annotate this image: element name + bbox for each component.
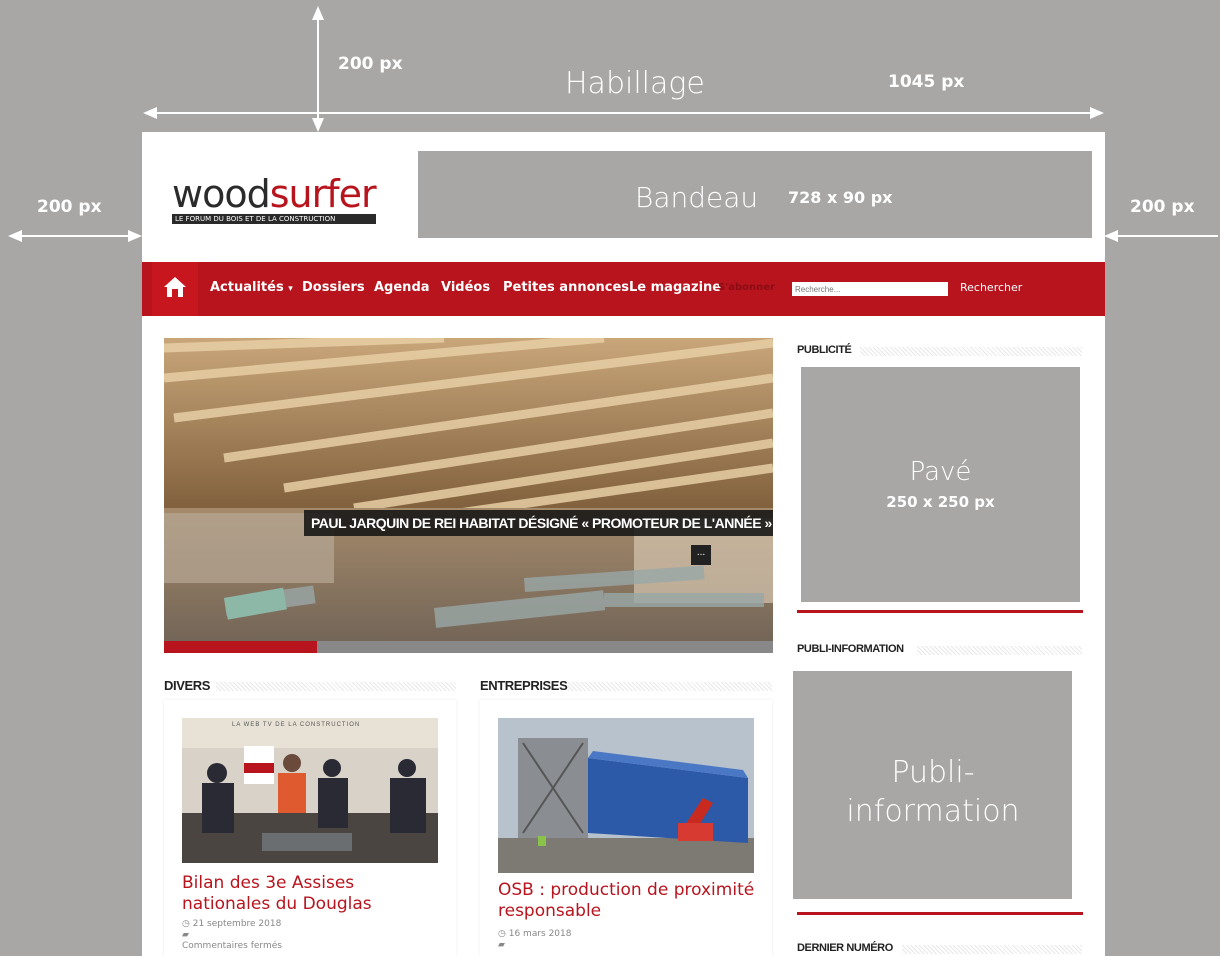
chevron-down-icon: ▾ [288, 284, 293, 294]
sidebar-red-rule [797, 610, 1083, 613]
sidebar-title-publi: PUBLI-INFORMATION [797, 643, 904, 655]
width-arrow-head-right [1090, 107, 1104, 119]
article-image [498, 718, 754, 873]
banner-size: 728 x 90 px [788, 188, 893, 207]
site-logo[interactable]: woodsurfer LE FORUM DU BOIS ET DE LA CON… [172, 172, 377, 224]
article-date: ◷ 16 mars 2018 [498, 929, 572, 939]
width-label: 1045 px [888, 72, 965, 92]
article-image [182, 718, 438, 863]
hero-more-button[interactable]: ... [691, 545, 711, 565]
site-page: woodsurfer LE FORUM DU BOIS ET DE LA CON… [142, 132, 1105, 956]
banner-ad: Bandeau 728 x 90 px [418, 151, 1092, 238]
section-divider [902, 945, 1082, 954]
home-button[interactable] [152, 262, 198, 316]
pave-ad: Pavé 250 x 250 px [801, 367, 1080, 602]
image-banner-text: LA WEB TV DE LA CONSTRUCTION [232, 722, 361, 728]
sidebar-title-pub: PUBLICITÉ [797, 344, 852, 356]
hero-caption[interactable]: PAUL JARQUIN DE REI HABITAT DÉSIGNÉ « PR… [304, 510, 773, 536]
article-card[interactable]: LA WEB TV DE LA CONSTRUCTION Bilan des 3… [164, 700, 456, 956]
nav-petites-annonces[interactable]: Petites annonces [503, 280, 629, 295]
logo-surfer: surfer [269, 172, 377, 216]
search-button[interactable]: Rechercher [960, 281, 1022, 294]
article-title-douglas[interactable]: Bilan des 3e Assises nationales du Dougl… [182, 873, 447, 915]
nav-actualites[interactable]: Actualités ▾ [210, 280, 293, 295]
nav-videos[interactable]: Vidéos [441, 280, 490, 295]
width-arrow [150, 112, 1095, 114]
nav-le-magazine[interactable]: Le magazine [629, 280, 721, 295]
section-title-divers: Divers [164, 678, 211, 693]
nav-subscribe[interactable]: S'abonner [718, 282, 775, 293]
hero-slider[interactable]: PAUL JARQUIN DE REI HABITAT DÉSIGNÉ « PR… [164, 338, 773, 653]
clock-icon: ◷ [498, 929, 506, 939]
left-width-label: 200 px [37, 197, 102, 217]
pave-size: 250 x 250 px [886, 493, 995, 511]
article-title-osb[interactable]: OSB : production de proximité responsabl… [498, 880, 763, 922]
height-arrow-head-down [312, 118, 324, 132]
main-nav: Actualités ▾ Dossiers Agenda Vidéos Peti… [142, 262, 1105, 316]
search-input[interactable] [792, 282, 948, 296]
sidebar-title-dernier: DERNIER NUMÉRO [797, 942, 893, 954]
pave-label: Pavé [909, 457, 972, 487]
section-title-entreprises: Entreprises [480, 678, 568, 693]
logo-wood: wood [172, 172, 271, 216]
comments-icon: ▰ [498, 940, 505, 950]
habillage-label: Habillage [565, 66, 705, 101]
nav-agenda[interactable]: Agenda [374, 280, 430, 295]
article-card[interactable]: OSB : production de proximité responsabl… [480, 700, 772, 956]
publi-info-ad: Publi-information [793, 671, 1072, 899]
comments-status: Commentaires fermés [182, 941, 282, 951]
comments-icon: ▰ [182, 930, 189, 940]
clock-icon: ◷ [182, 919, 190, 929]
right-arrow [1108, 235, 1218, 237]
home-icon [164, 277, 186, 297]
banner-label: Bandeau [635, 181, 759, 214]
width-arrow-head-left [143, 107, 157, 119]
section-divider [568, 682, 772, 691]
nav-dossiers[interactable]: Dossiers [302, 280, 365, 295]
article-date: ◷ 21 septembre 2018 [182, 919, 282, 929]
section-divider [917, 646, 1082, 655]
section-divider [216, 682, 456, 691]
top-height-label: 200 px [338, 54, 403, 74]
height-arrow-head-up [312, 6, 324, 20]
left-arrow [12, 235, 136, 237]
publi-label: Publi-information [846, 755, 1020, 829]
right-width-label: 200 px [1130, 197, 1195, 217]
hero-image [164, 338, 773, 653]
left-arrow-head-right [128, 230, 142, 242]
right-arrow-head-left [1104, 230, 1118, 242]
left-arrow-head-left [8, 230, 22, 242]
section-divider [860, 347, 1082, 356]
sidebar-red-rule [797, 912, 1083, 915]
